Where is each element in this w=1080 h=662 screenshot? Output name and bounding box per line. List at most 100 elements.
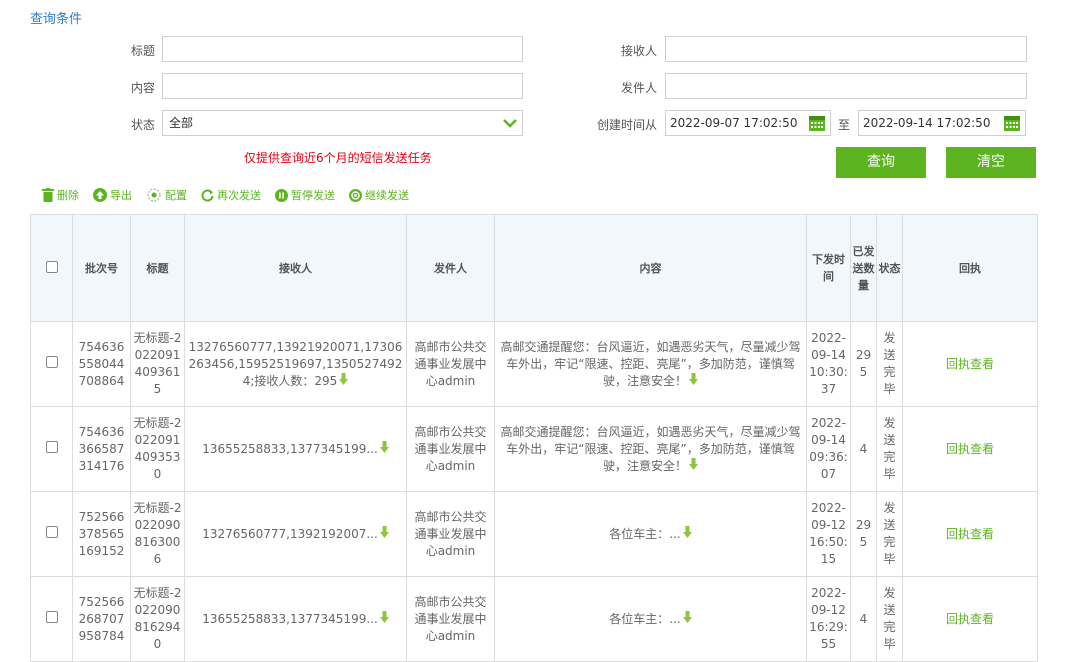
sent-count-cell: 295 <box>850 491 877 577</box>
sender-cell: 高邮市公共交通事业发展中心admin <box>406 576 495 662</box>
header-sender: 发件人 <box>406 214 495 322</box>
title-cell: 无标题-20220908162940 <box>130 576 185 662</box>
arrow-down-icon[interactable] <box>339 372 349 386</box>
sender-cell: 高邮市公共交通事业发展中心admin <box>406 491 495 577</box>
header-content: 内容 <box>494 214 807 322</box>
content-text: 高邮交通提醒您：台风逼近，如遇恶劣天气，尽量减少驾车外出，牢记“限速、控距、亮尾… <box>500 339 801 388</box>
resume-button[interactable]: 继续发送 <box>349 186 409 204</box>
resend-button[interactable]: 再次发送 <box>201 186 261 204</box>
config-button[interactable]: 配置 <box>146 186 187 204</box>
status-cell: 发送完毕 <box>876 491 903 577</box>
receipt-cell: 回执查看 <box>902 491 1038 577</box>
date-from-input[interactable]: 2022-09-07 17:02:50 <box>665 110 831 136</box>
row-select-cell[interactable] <box>30 576 73 662</box>
row-checkbox[interactable] <box>45 440 58 453</box>
header-sent-count: 已发送数量 <box>850 214 877 322</box>
receiver-input[interactable] <box>665 36 1027 62</box>
resume-icon <box>349 188 362 202</box>
arrow-down-icon[interactable] <box>379 440 389 454</box>
header-receipt: 回执 <box>902 214 1038 322</box>
resend-label: 再次发送 <box>217 189 261 202</box>
title-cell: 无标题-20220914093530 <box>130 406 185 492</box>
batch-cell: 752566378565169152 <box>72 491 131 577</box>
view-receipt-link[interactable]: 回执查看 <box>946 527 994 541</box>
receipt-cell: 回执查看 <box>902 406 1038 492</box>
batch-cell: 754636558044708864 <box>72 321 131 407</box>
title-input[interactable] <box>162 36 523 62</box>
sender-cell: 高邮市公共交通事业发展中心admin <box>406 321 495 407</box>
content-cell: 各位车主：... <box>494 491 807 577</box>
table-row: 754636558044708864 无标题-20220914093615 1327… <box>30 321 1038 407</box>
receiver-text: 13655258833,1377345199... <box>202 611 378 626</box>
sender-cell: 高邮市公共交通事业发展中心admin <box>406 406 495 492</box>
clear-button[interactable]: 清空 <box>946 147 1036 178</box>
sent-count-cell: 4 <box>850 406 877 492</box>
row-select-cell[interactable] <box>30 491 73 577</box>
content-cell: 高邮交通提醒您：台风逼近，如遇恶劣天气，尽量减少驾车外出，牢记“限速、控距、亮尾… <box>494 406 807 492</box>
arrow-down-icon[interactable] <box>689 457 698 471</box>
notice-text: 仅提供查询近6个月的短信发送任务 <box>244 151 432 165</box>
sent-time-cell: 2022-09-12 16:29:55 <box>806 576 851 662</box>
sent-time-cell: 2022-09-14 09:36:07 <box>806 406 851 492</box>
status-select[interactable]: 全部 <box>162 110 523 136</box>
receiver-cell: 13276560777,1392192007... <box>184 491 407 577</box>
content-input[interactable] <box>162 73 523 99</box>
date-to-input[interactable]: 2022-09-14 17:02:50 <box>858 110 1026 136</box>
arrow-down-icon[interactable] <box>379 525 389 539</box>
sent-count-cell: 295 <box>850 321 877 407</box>
export-label: 导出 <box>110 189 132 202</box>
resume-label: 继续发送 <box>365 189 409 202</box>
header-status: 状态 <box>876 214 903 322</box>
calendar-icon[interactable] <box>1003 114 1021 132</box>
arrow-down-icon[interactable] <box>682 610 692 624</box>
header-select-all[interactable] <box>30 214 73 322</box>
table-row: 752566378565169152 无标题-20220908163006 1327… <box>30 491 1038 577</box>
row-checkbox[interactable] <box>45 355 58 368</box>
date-from-value: 2022-09-07 17:02:50 <box>670 116 798 130</box>
export-button[interactable]: 导出 <box>93 186 132 204</box>
chevron-down-icon <box>503 119 517 128</box>
gear-icon <box>147 188 161 202</box>
arrow-down-icon[interactable] <box>682 525 692 539</box>
select-all-checkbox[interactable] <box>45 260 58 273</box>
title-cell: 无标题-20220914093615 <box>130 321 185 407</box>
status-select-value: 全部 <box>169 116 194 130</box>
row-select-cell[interactable] <box>30 406 73 492</box>
receiver-cell: 13655258833,1377345199... <box>184 576 407 662</box>
arrow-down-icon[interactable] <box>379 610 389 624</box>
row-checkbox[interactable] <box>45 525 58 538</box>
sender-input[interactable] <box>665 73 1027 99</box>
view-receipt-link[interactable]: 回执查看 <box>946 357 994 371</box>
date-to-value: 2022-09-14 17:02:50 <box>863 116 991 130</box>
status-cell: 发送完毕 <box>876 321 903 407</box>
table-row: 752566268707958784 无标题-20220908162940 1365… <box>30 576 1038 662</box>
row-checkbox[interactable] <box>45 610 58 623</box>
receipt-cell: 回执查看 <box>902 576 1038 662</box>
content-cell: 高邮交通提醒您：台风逼近，如遇恶劣天气，尽量减少驾车外出，牢记“限速、控距、亮尾… <box>494 321 807 407</box>
header-receiver: 接收人 <box>184 214 407 322</box>
view-receipt-link[interactable]: 回执查看 <box>946 612 994 626</box>
delete-button[interactable]: 删除 <box>42 186 79 204</box>
receiver-text: 13276560777,13921920071,17306263456,1595… <box>188 339 403 388</box>
created-from-label: 创建时间从 <box>596 118 657 132</box>
pause-button[interactable]: 暂停发送 <box>275 186 335 204</box>
section-title: 查询条件 <box>30 12 83 27</box>
row-select-cell[interactable] <box>30 321 73 407</box>
receiver-label: 接收人 <box>620 44 657 58</box>
batch-cell: 752566268707958784 <box>72 576 131 662</box>
calendar-icon[interactable] <box>808 114 826 132</box>
title-label: 标题 <box>130 44 155 58</box>
receiver-text: 13655258833,1377345199... <box>202 441 378 456</box>
arrow-down-icon[interactable] <box>689 372 698 386</box>
status-cell: 发送完毕 <box>876 406 903 492</box>
header-batch: 批次号 <box>72 214 131 322</box>
content-label: 内容 <box>130 81 155 95</box>
pause-label: 暂停发送 <box>291 189 335 202</box>
refresh-icon <box>201 189 214 202</box>
query-button[interactable]: 查询 <box>836 147 926 178</box>
view-receipt-link[interactable]: 回执查看 <box>946 442 994 456</box>
sent-time-cell: 2022-09-12 16:50:15 <box>806 491 851 577</box>
pause-icon <box>275 188 288 202</box>
batch-cell: 754636366587314176 <box>72 406 131 492</box>
task-table: 批次号 标题 接收人 发件人 内容 下发时间 已发送数量 状态 回执 75463… <box>30 214 1038 662</box>
